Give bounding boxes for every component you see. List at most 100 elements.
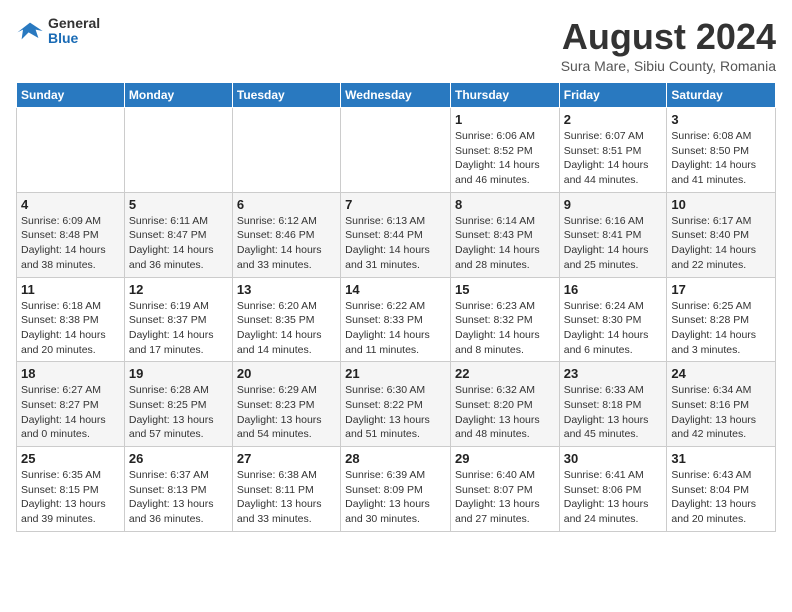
page-header: General Blue August 2024 Sura Mare, Sibi…	[16, 16, 776, 74]
day-info: Sunrise: 6:12 AM Sunset: 8:46 PM Dayligh…	[237, 214, 336, 273]
day-number: 31	[671, 451, 771, 466]
day-number: 29	[455, 451, 555, 466]
calendar-header-wednesday: Wednesday	[341, 83, 451, 108]
day-number: 2	[564, 112, 663, 127]
calendar-cell: 14Sunrise: 6:22 AM Sunset: 8:33 PM Dayli…	[341, 277, 451, 362]
day-number: 13	[237, 282, 336, 297]
calendar-cell: 5 Sunrise: 6:11 AM Sunset: 8:47 PM Daylig…	[124, 192, 232, 277]
calendar-cell: 9Sunrise: 6:16 AM Sunset: 8:41 PM Daylig…	[559, 192, 667, 277]
calendar-week-row: 4Sunrise: 6:09 AM Sunset: 8:48 PM Daylig…	[17, 192, 776, 277]
day-number: 26	[129, 451, 228, 466]
calendar-header-thursday: Thursday	[450, 83, 559, 108]
calendar-header-sunday: Sunday	[17, 83, 125, 108]
calendar-cell	[232, 108, 340, 193]
calendar-cell: 22 Sunrise: 6:32 AM Sunset: 8:20 PM Dayli…	[450, 362, 559, 447]
calendar-cell: 12 Sunrise: 6:19 AM Sunset: 8:37 PM Dayli…	[124, 277, 232, 362]
calendar-cell	[124, 108, 232, 193]
day-number: 3	[671, 112, 771, 127]
calendar-cell: 18 Sunrise: 6:27 AM Sunset: 8:27 PM Dayli…	[17, 362, 125, 447]
calendar-body: 1Sunrise: 6:06 AM Sunset: 8:52 PM Daylig…	[17, 108, 776, 532]
day-number: 19	[129, 366, 228, 381]
day-info: Sunrise: 6:29 AM Sunset: 8:23 PM Dayligh…	[237, 383, 336, 442]
day-number: 16	[564, 282, 663, 297]
day-number: 20	[237, 366, 336, 381]
calendar-header-row: SundayMondayTuesdayWednesdayThursdayFrid…	[17, 83, 776, 108]
calendar-header-saturday: Saturday	[667, 83, 776, 108]
day-number: 12	[129, 282, 228, 297]
day-info: Sunrise: 6:24 AM Sunset: 8:30 PM Dayligh…	[564, 299, 663, 358]
calendar-cell: 10Sunrise: 6:17 AM Sunset: 8:40 PM Dayli…	[667, 192, 776, 277]
day-number: 17	[671, 282, 771, 297]
calendar-cell: 25 Sunrise: 6:35 AM Sunset: 8:15 PM Dayli…	[17, 447, 125, 532]
calendar-cell: 28 Sunrise: 6:39 AM Sunset: 8:09 PM Dayli…	[341, 447, 451, 532]
day-info: Sunrise: 6:27 AM Sunset: 8:27 PM Dayligh…	[21, 383, 120, 442]
logo-line2: Blue	[48, 31, 100, 46]
day-info: Sunrise: 6:20 AM Sunset: 8:35 PM Dayligh…	[237, 299, 336, 358]
day-info: Sunrise: 6:18 AM Sunset: 8:38 PM Dayligh…	[21, 299, 120, 358]
location-subtitle: Sura Mare, Sibiu County, Romania	[561, 58, 776, 74]
day-number: 8	[455, 197, 555, 212]
day-number: 7	[345, 197, 446, 212]
day-number: 4	[21, 197, 120, 212]
day-info: Sunrise: 6:28 AM Sunset: 8:25 PM Dayligh…	[129, 383, 228, 442]
day-info: Sunrise: 6:39 AM Sunset: 8:09 PM Dayligh…	[345, 468, 446, 527]
calendar-header-tuesday: Tuesday	[232, 83, 340, 108]
calendar-cell: 20 Sunrise: 6:29 AM Sunset: 8:23 PM Dayli…	[232, 362, 340, 447]
calendar-cell: 1Sunrise: 6:06 AM Sunset: 8:52 PM Daylig…	[450, 108, 559, 193]
calendar-cell: 30Sunrise: 6:41 AM Sunset: 8:06 PM Dayli…	[559, 447, 667, 532]
day-info: Sunrise: 6:34 AM Sunset: 8:16 PM Dayligh…	[671, 383, 771, 442]
day-info: Sunrise: 6:11 AM Sunset: 8:47 PM Dayligh…	[129, 214, 228, 273]
calendar-cell: 27Sunrise: 6:38 AM Sunset: 8:11 PM Dayli…	[232, 447, 340, 532]
day-number: 18	[21, 366, 120, 381]
day-info: Sunrise: 6:32 AM Sunset: 8:20 PM Dayligh…	[455, 383, 555, 442]
day-number: 30	[564, 451, 663, 466]
calendar-cell: 6 Sunrise: 6:12 AM Sunset: 8:46 PM Daylig…	[232, 192, 340, 277]
day-number: 14	[345, 282, 446, 297]
calendar-cell: 2 Sunrise: 6:07 AM Sunset: 8:51 PM Daylig…	[559, 108, 667, 193]
calendar-week-row: 11 Sunrise: 6:18 AM Sunset: 8:38 PM Dayli…	[17, 277, 776, 362]
day-info: Sunrise: 6:07 AM Sunset: 8:51 PM Dayligh…	[564, 129, 663, 188]
calendar-week-row: 1Sunrise: 6:06 AM Sunset: 8:52 PM Daylig…	[17, 108, 776, 193]
calendar-week-row: 25 Sunrise: 6:35 AM Sunset: 8:15 PM Dayli…	[17, 447, 776, 532]
day-info: Sunrise: 6:37 AM Sunset: 8:13 PM Dayligh…	[129, 468, 228, 527]
calendar-cell: 7Sunrise: 6:13 AM Sunset: 8:44 PM Daylig…	[341, 192, 451, 277]
day-number: 28	[345, 451, 446, 466]
calendar-cell: 8 Sunrise: 6:14 AM Sunset: 8:43 PM Daylig…	[450, 192, 559, 277]
calendar-cell: 23Sunrise: 6:33 AM Sunset: 8:18 PM Dayli…	[559, 362, 667, 447]
day-number: 27	[237, 451, 336, 466]
day-info: Sunrise: 6:23 AM Sunset: 8:32 PM Dayligh…	[455, 299, 555, 358]
calendar-cell: 3Sunrise: 6:08 AM Sunset: 8:50 PM Daylig…	[667, 108, 776, 193]
day-info: Sunrise: 6:14 AM Sunset: 8:43 PM Dayligh…	[455, 214, 555, 273]
logo: General Blue	[16, 16, 100, 47]
title-block: August 2024 Sura Mare, Sibiu County, Rom…	[561, 16, 776, 74]
day-number: 22	[455, 366, 555, 381]
calendar-cell: 29Sunrise: 6:40 AM Sunset: 8:07 PM Dayli…	[450, 447, 559, 532]
day-number: 23	[564, 366, 663, 381]
day-number: 6	[237, 197, 336, 212]
calendar-header-monday: Monday	[124, 83, 232, 108]
day-info: Sunrise: 6:25 AM Sunset: 8:28 PM Dayligh…	[671, 299, 771, 358]
calendar-header-friday: Friday	[559, 83, 667, 108]
day-info: Sunrise: 6:16 AM Sunset: 8:41 PM Dayligh…	[564, 214, 663, 273]
calendar-cell	[341, 108, 451, 193]
calendar-cell: 4Sunrise: 6:09 AM Sunset: 8:48 PM Daylig…	[17, 192, 125, 277]
day-number: 5	[129, 197, 228, 212]
day-info: Sunrise: 6:35 AM Sunset: 8:15 PM Dayligh…	[21, 468, 120, 527]
logo-line1: General	[48, 16, 100, 31]
day-number: 15	[455, 282, 555, 297]
day-number: 11	[21, 282, 120, 297]
day-info: Sunrise: 6:43 AM Sunset: 8:04 PM Dayligh…	[671, 468, 771, 527]
calendar-cell: 17 Sunrise: 6:25 AM Sunset: 8:28 PM Dayli…	[667, 277, 776, 362]
calendar-cell: 19 Sunrise: 6:28 AM Sunset: 8:25 PM Dayli…	[124, 362, 232, 447]
calendar-cell	[17, 108, 125, 193]
calendar-cell: 16 Sunrise: 6:24 AM Sunset: 8:30 PM Dayli…	[559, 277, 667, 362]
day-number: 21	[345, 366, 446, 381]
day-number: 25	[21, 451, 120, 466]
calendar-cell: 31 Sunrise: 6:43 AM Sunset: 8:04 PM Dayli…	[667, 447, 776, 532]
day-info: Sunrise: 6:30 AM Sunset: 8:22 PM Dayligh…	[345, 383, 446, 442]
calendar-cell: 21 Sunrise: 6:30 AM Sunset: 8:22 PM Dayli…	[341, 362, 451, 447]
month-title: August 2024	[561, 16, 776, 58]
day-info: Sunrise: 6:17 AM Sunset: 8:40 PM Dayligh…	[671, 214, 771, 273]
logo-text: General Blue	[48, 16, 100, 47]
day-info: Sunrise: 6:19 AM Sunset: 8:37 PM Dayligh…	[129, 299, 228, 358]
